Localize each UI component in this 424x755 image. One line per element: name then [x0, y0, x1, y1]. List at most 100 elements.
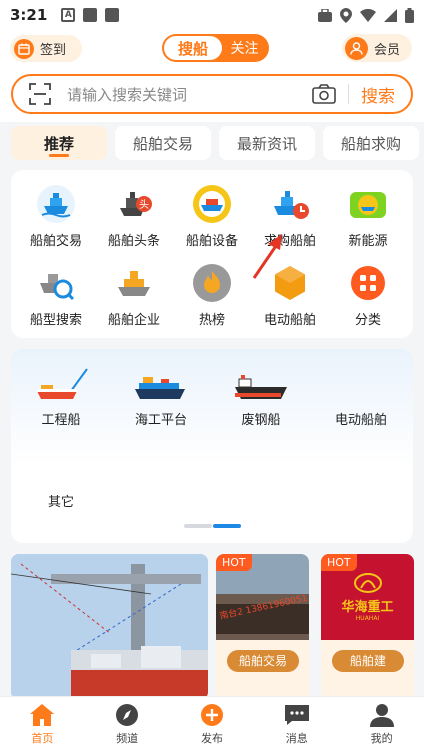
search-follow-toggle: 搜船 关注: [162, 34, 269, 62]
battery-icon: [405, 7, 414, 23]
member-button[interactable]: 会员: [342, 34, 412, 62]
grid-ship-type-search[interactable]: 船型搜索: [17, 263, 95, 328]
location-icon: [340, 7, 352, 23]
tab-ship-purchase[interactable]: 船舶求购: [323, 126, 419, 160]
ship-category-card: 工程船 海工平台 废钢船 电动船舶 其它: [11, 349, 413, 543]
search-input[interactable]: 请输入搜索关键词: [67, 84, 312, 105]
svg-text:头: 头: [139, 199, 149, 211]
category-engineering-ship[interactable]: 工程船: [11, 365, 111, 428]
category-label: 电动船舶: [334, 413, 387, 428]
grid-ship-trade[interactable]: 船舶交易: [17, 184, 95, 249]
shipyard-photo: [11, 554, 208, 700]
notification-a-icon: A: [61, 8, 76, 22]
category-electric-ship[interactable]: 电动船舶: [311, 365, 411, 428]
tab-bar: 推荐 船舶交易 最新资讯 船舶求购: [0, 122, 424, 164]
home-icon: [30, 704, 55, 726]
header-bar: 签到 搜船 关注 会员: [0, 30, 424, 66]
page-dot-1: [184, 524, 212, 528]
function-grid: 船舶交易 头 船舶头条 船舶设备 求购船舶 新能源 船型搜索 船舶企业 热榜 电…: [11, 170, 413, 338]
grid-new-energy[interactable]: 新能源: [329, 184, 407, 249]
category-scrap-ship[interactable]: 废钢船: [211, 365, 311, 428]
tab-search-ship[interactable]: 搜船: [164, 36, 222, 60]
tab-follow[interactable]: 关注: [222, 38, 267, 58]
offshore-platform-icon: [135, 377, 185, 399]
nav-mine[interactable]: 我的: [339, 697, 424, 755]
grid-label: 热榜: [198, 313, 225, 328]
grid-label: 船舶交易: [29, 234, 82, 249]
ship-trade-icon: [36, 184, 76, 224]
notification-square-icon: [83, 8, 98, 22]
briefcase-icon: [318, 8, 332, 22]
grid-label: 电动船舶: [263, 313, 316, 328]
ship-equipment-icon: [192, 184, 232, 224]
grid-category[interactable]: 分类: [329, 263, 407, 328]
banner-image[interactable]: [11, 554, 208, 700]
wifi-icon: [360, 8, 376, 22]
category-label: 工程船: [41, 413, 81, 428]
signin-label: 签到: [40, 43, 67, 58]
tab-recommend[interactable]: 推荐: [11, 126, 107, 160]
nav-label: 发布: [200, 732, 223, 745]
electric-ship-placeholder: [311, 365, 411, 403]
nav-publish[interactable]: 发布: [170, 697, 255, 755]
status-time: 3:21: [10, 6, 48, 24]
nav-messages[interactable]: 消息: [254, 697, 339, 755]
member-label: 会员: [374, 42, 401, 58]
profile-icon: [369, 704, 394, 727]
grid-label: 新能源: [348, 234, 388, 249]
grid-label: 船舶设备: [185, 234, 238, 249]
grid-label: 船型搜索: [29, 313, 82, 328]
bottom-nav: 首页 频道 发布 消息 我的: [0, 696, 424, 755]
nav-label: 频道: [116, 732, 139, 745]
new-energy-icon: [348, 184, 388, 224]
calendar-icon: [14, 38, 34, 59]
signin-button[interactable]: 签到: [10, 35, 82, 62]
category-icon: [348, 263, 388, 303]
tab-latest-news[interactable]: 最新资讯: [219, 126, 315, 160]
search-button[interactable]: 搜索: [361, 82, 395, 107]
huahai-logo-text: 华海重工: [341, 600, 394, 615]
grid-ship-headlines[interactable]: 头 船舶头条: [95, 184, 173, 249]
notification-square-icon-2: [105, 8, 120, 22]
engineering-ship-icon: [37, 368, 88, 399]
hot-card-ship-trade[interactable]: HOT 南台2 13861960051 船舶交易: [216, 554, 309, 700]
scrap-ship-icon: [235, 375, 287, 399]
nav-channel[interactable]: 频道: [85, 697, 170, 755]
hot-card-label: 船舶建: [332, 650, 404, 672]
hot-card-label: 船舶交易: [227, 650, 299, 672]
signal-icon: [384, 8, 397, 22]
hot-tag: HOT: [216, 554, 252, 571]
grid-hot-list[interactable]: 热榜: [173, 263, 251, 328]
nav-label: 消息: [285, 732, 308, 745]
plus-icon: [200, 704, 223, 726]
category-label: 废钢船: [241, 413, 281, 428]
category-offshore-platform[interactable]: 海工平台: [111, 365, 211, 428]
user-icon: [345, 36, 368, 60]
grid-label: 船舶企业: [107, 313, 160, 328]
grid-ship-enterprise[interactable]: 船舶企业: [95, 263, 173, 328]
search-box[interactable]: 请输入搜索关键词 搜索: [11, 74, 413, 114]
huahai-emblem-icon: [353, 573, 382, 593]
grid-label: 船舶头条: [107, 234, 160, 249]
category-label: 其它: [47, 495, 74, 510]
hot-card-shipbuilding[interactable]: HOT 华海重工 HUAHAI 船舶建: [321, 554, 414, 700]
ship-enterprise-icon: [114, 263, 154, 303]
nav-label: 首页: [31, 732, 54, 745]
category-other[interactable]: 其它: [11, 491, 111, 510]
purchase-ship-icon: [270, 184, 310, 224]
nav-label: 我的: [370, 732, 393, 745]
grid-ship-equipment[interactable]: 船舶设备: [173, 184, 251, 249]
camera-icon[interactable]: [312, 84, 336, 104]
scan-icon[interactable]: [29, 83, 51, 105]
category-label: 海工平台: [134, 413, 187, 428]
page-indicator: [184, 524, 241, 528]
compass-icon: [116, 704, 139, 726]
search-row: 请输入搜索关键词 搜索: [0, 66, 424, 122]
nav-home[interactable]: 首页: [0, 697, 85, 755]
search-divider: [348, 84, 349, 104]
ship-type-search-icon: [36, 263, 76, 303]
status-bar: 3:21 A: [0, 0, 424, 30]
tab-ship-trade[interactable]: 船舶交易: [115, 126, 211, 160]
message-icon: [284, 705, 309, 725]
flame-icon: [192, 263, 232, 303]
